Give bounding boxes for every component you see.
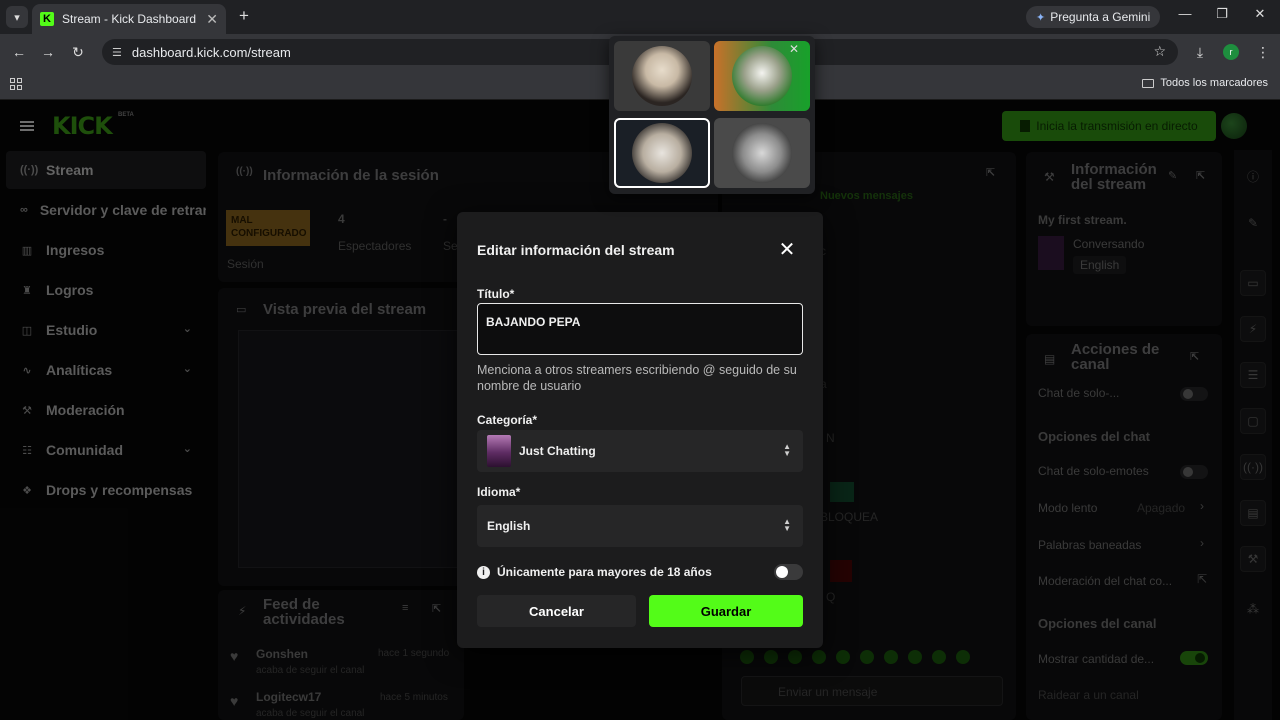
- site-info-icon[interactable]: ☰: [112, 46, 122, 59]
- all-bookmarks-label: Todos los marcadores: [1160, 77, 1268, 89]
- browser-tab[interactable]: K Stream - Kick Dashboard ✕: [32, 4, 226, 34]
- folder-icon: [1142, 78, 1155, 88]
- language-label: Idioma*: [477, 485, 521, 499]
- title-label: Título*: [477, 287, 515, 301]
- category-label: Categoría*: [477, 413, 538, 427]
- category-value: Just Chatting: [519, 444, 596, 458]
- close-window-icon[interactable]: ✕: [1245, 6, 1275, 22]
- avatar-image: [732, 123, 792, 183]
- gemini-label: Pregunta a Gemini: [1050, 10, 1151, 24]
- minimize-icon[interactable]: —: [1170, 6, 1200, 21]
- profile-avatar[interactable]: r: [1223, 44, 1239, 60]
- adult-content-toggle[interactable]: [774, 564, 803, 580]
- back-icon[interactable]: ←: [9, 42, 29, 62]
- camera-thumbnail-selected[interactable]: [614, 118, 710, 188]
- category-thumbnail: [487, 435, 511, 467]
- updown-icon: ▲ ▼: [783, 517, 791, 533]
- all-bookmarks-button[interactable]: Todos los marcadores: [1142, 77, 1268, 89]
- avatar-image: [632, 46, 692, 106]
- url-text: dashboard.kick.com/stream: [131, 44, 291, 60]
- camera-picker-popup: ✕: [609, 36, 815, 194]
- language-select[interactable]: English ▲ ▼: [477, 505, 803, 547]
- apps-grid-icon[interactable]: [10, 78, 22, 90]
- updown-icon: ▲ ▼: [783, 442, 791, 458]
- close-icon[interactable]: ✕: [777, 240, 797, 260]
- save-button[interactable]: Guardar: [649, 595, 803, 627]
- new-tab-icon[interactable]: +: [234, 6, 254, 26]
- browser-tab-bar: ▾ K Stream - Kick Dashboard ✕ + ✦ Pregun…: [0, 0, 1280, 34]
- tab-title: Stream - Kick Dashboard: [62, 12, 197, 26]
- camera-thumbnail[interactable]: [614, 41, 710, 111]
- avatar-image: [732, 46, 792, 106]
- avatar-image: [632, 123, 692, 183]
- camera-thumbnail[interactable]: [714, 118, 810, 188]
- adult-content-label: Únicamente para mayores de 18 años: [497, 565, 712, 579]
- tab-search-icon[interactable]: ▾: [6, 6, 28, 28]
- mention-hint: Menciona a otros streamers escribiendo @…: [477, 363, 797, 393]
- adult-content-row: i Únicamente para mayores de 18 años: [477, 563, 803, 581]
- category-select[interactable]: Just Chatting ▲ ▼: [477, 430, 803, 472]
- maximize-icon[interactable]: ❐: [1207, 6, 1237, 22]
- kick-favicon-icon: K: [40, 12, 54, 26]
- gemini-button[interactable]: ✦ Pregunta a Gemini: [1026, 6, 1161, 28]
- cancel-button[interactable]: Cancelar: [477, 595, 636, 627]
- language-value: English: [487, 519, 531, 533]
- info-icon: i: [477, 565, 490, 579]
- modal-title: Editar información del stream: [477, 242, 675, 258]
- menu-kebab-icon[interactable]: ⋮: [1253, 42, 1273, 62]
- forward-icon[interactable]: →: [38, 42, 58, 62]
- close-icon[interactable]: ✕: [789, 42, 799, 56]
- close-tab-icon[interactable]: ✕: [206, 11, 218, 28]
- download-icon[interactable]: ⤓: [1190, 42, 1210, 62]
- title-input[interactable]: BAJANDO PEPA: [477, 303, 803, 355]
- edit-stream-modal: Editar información del stream ✕ Título* …: [457, 212, 823, 648]
- bookmark-star-icon[interactable]: ☆: [1153, 43, 1166, 60]
- reload-icon[interactable]: ↻: [68, 42, 88, 62]
- gemini-spark-icon: ✦: [1036, 11, 1046, 24]
